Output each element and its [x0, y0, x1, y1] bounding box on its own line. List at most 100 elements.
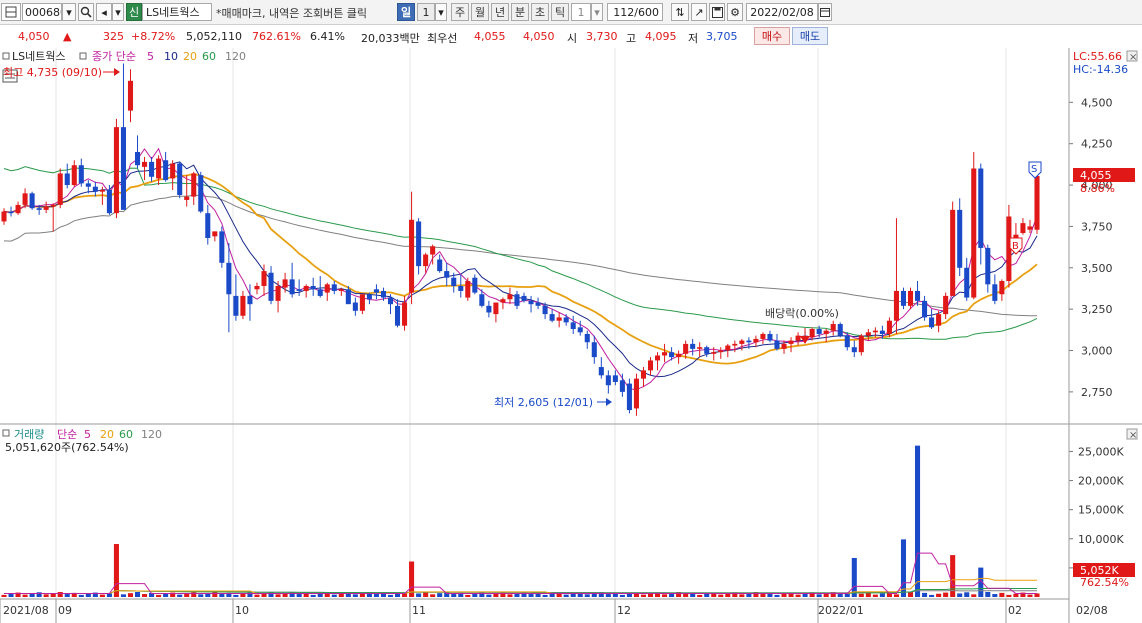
candle-body	[451, 277, 457, 286]
candle-body	[746, 340, 752, 343]
save-icon[interactable]	[709, 3, 725, 21]
candle-body	[669, 352, 675, 358]
candle-body	[535, 302, 541, 306]
stock-code-input[interactable]: 000680	[22, 3, 62, 21]
volume-bar	[704, 593, 710, 597]
volume-bar	[837, 594, 843, 597]
tab-tick[interactable]: 틱	[551, 3, 569, 21]
candle-body	[486, 305, 492, 313]
legend-ma20: 20	[183, 50, 197, 63]
tab-minute[interactable]: 분	[511, 3, 529, 21]
day-count-dropdown-icon[interactable]: ▾	[435, 3, 447, 21]
date-tick-label: 09	[58, 604, 72, 617]
candle-body	[718, 350, 724, 353]
buy-signal-label: B	[1012, 241, 1019, 252]
candle-body	[704, 347, 710, 354]
volume-bar	[781, 593, 787, 597]
candle-body	[844, 335, 850, 348]
gear-icon[interactable]: ⚙	[727, 3, 743, 21]
open-label: 시	[567, 32, 578, 45]
candle-body	[605, 375, 611, 386]
draw-tool-icon[interactable]: ↗	[691, 3, 707, 21]
candle-body	[612, 375, 618, 382]
candle-body	[29, 193, 35, 209]
lc-label: LC:55.66	[1073, 50, 1122, 63]
volume-bar	[760, 594, 766, 597]
price-change-pct: +8.72%	[131, 30, 176, 43]
high-price: 4,095	[645, 30, 677, 43]
tab-week[interactable]: 주	[451, 3, 469, 21]
candle-body	[338, 289, 344, 291]
save-icon-glyph	[711, 6, 723, 18]
calendar-icon[interactable]	[818, 3, 832, 21]
price-tick-label: 3,750	[1081, 220, 1113, 233]
buy-button[interactable]: 매수	[754, 27, 790, 45]
volume-legend-ma60: 60	[119, 428, 133, 441]
speaker-dropdown-icon[interactable]: ▾	[112, 3, 124, 21]
speaker-icon[interactable]: ◂	[96, 3, 112, 21]
candle-body	[261, 271, 267, 286]
last-volume-badge-pct: 762.54%	[1080, 576, 1129, 589]
tab-day[interactable]: 일	[397, 3, 415, 21]
volume-bar	[416, 593, 422, 597]
code-dropdown-icon[interactable]: ▾	[62, 3, 76, 21]
search-icon[interactable]	[78, 3, 94, 21]
candle-body	[233, 295, 239, 316]
volume-bar	[275, 594, 281, 597]
volume-bar	[500, 592, 506, 597]
candle-body	[816, 329, 822, 334]
legend-ma120: 120	[225, 50, 246, 63]
candle-body	[240, 295, 246, 316]
low-annotation: 최저 2,605 (12/01)	[494, 396, 593, 409]
price-tick-label: 4,250	[1081, 138, 1113, 151]
volume-legend-name: 거래량	[14, 428, 44, 441]
open-price: 3,730	[586, 30, 618, 43]
stock-chart[interactable]: 4,5004,2504,0003,7503,5003,2503,0002,750…	[0, 48, 1142, 623]
candle-body	[753, 338, 759, 343]
candle-body	[676, 353, 682, 358]
interval-dropdown-icon[interactable]: ▾	[591, 3, 603, 21]
candle-body	[289, 279, 295, 295]
candle-body	[36, 208, 42, 210]
date-field[interactable]: 2022/02/08	[746, 3, 818, 21]
tab-second[interactable]: 초	[531, 3, 549, 21]
volume-bar	[1, 594, 7, 597]
tab-year[interactable]: 년	[491, 3, 509, 21]
volume-bar	[163, 593, 169, 597]
interval-field[interactable]: 1	[571, 3, 591, 21]
day-count-field[interactable]: 1	[417, 3, 435, 21]
volume-legend-ma5: 5	[84, 428, 91, 441]
low-price: 3,705	[706, 30, 738, 43]
candle-body	[177, 163, 183, 195]
candle-body	[655, 355, 661, 361]
candle-body	[402, 302, 408, 326]
volume-bar	[626, 593, 632, 597]
candle-body	[549, 314, 555, 321]
candle-body	[64, 173, 70, 186]
hc-label: HC:-14.36	[1073, 63, 1128, 76]
sell-button[interactable]: 매도	[792, 27, 828, 45]
panel-icon[interactable]	[1, 3, 21, 21]
candle-body	[732, 343, 738, 346]
volume-bar	[985, 591, 991, 597]
best-quote-label: 최우선	[427, 32, 458, 45]
candle-count-field[interactable]: 112/600	[607, 3, 663, 21]
tab-month[interactable]: 월	[471, 3, 489, 21]
candle-body	[416, 221, 422, 267]
candle-body	[907, 290, 914, 306]
candle-body	[563, 317, 569, 323]
candle-body	[254, 285, 260, 290]
volume-bar	[507, 594, 513, 597]
candle-body	[268, 272, 274, 301]
volume-bar	[922, 592, 928, 597]
candle-body	[472, 277, 478, 293]
candle-body	[71, 165, 77, 186]
calendar-icon-glyph	[820, 8, 830, 17]
candle-body	[640, 370, 647, 379]
candle-body	[394, 305, 401, 326]
chart-type-icon[interactable]: ⇅	[671, 3, 689, 21]
candle-body	[985, 247, 991, 285]
date-tick-label: 2022/01	[818, 604, 864, 617]
dividend-annotation: 배당락(0.00%)	[765, 307, 839, 320]
candle-body	[1020, 223, 1026, 234]
